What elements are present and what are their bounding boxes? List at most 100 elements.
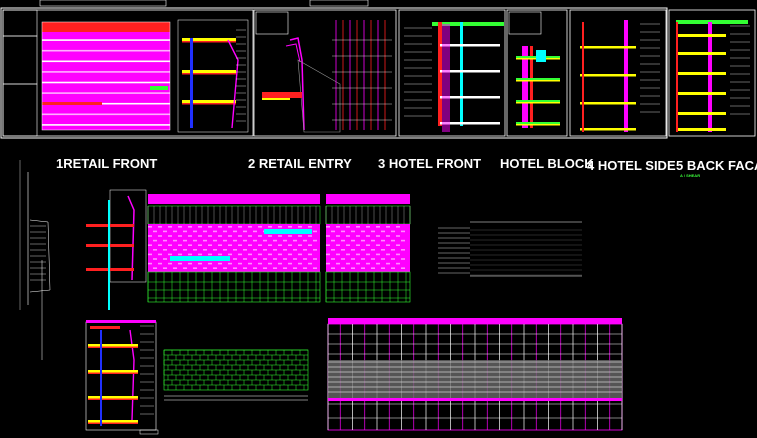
texture [248,226,252,228]
texture [188,253,192,256]
cad-drawing-canvas[interactable]: 1RETAIL FRONT 2 RETAIL ENTRY 3 HOTEL FRO… [0,0,757,438]
floor-slab [678,128,726,131]
texture [153,230,157,233]
stripe [42,55,170,57]
floor-slab [580,102,636,105]
stripe [42,71,170,73]
stripe-accent [150,86,168,90]
floor-slab [580,74,636,77]
texture [313,249,317,251]
facade-panel-large[interactable] [147,194,321,303]
texture [178,262,182,265]
texture [293,258,297,260]
texture [391,230,395,233]
annotation-lines [438,221,582,277]
texture [346,235,350,237]
texture [391,249,395,251]
sheet-row-top [0,0,756,139]
texture [148,244,152,246]
texture [233,258,237,260]
column [582,22,584,132]
floor-slab [88,398,138,400]
texture [208,235,212,237]
texture [298,244,302,246]
texture [288,235,292,237]
texture [288,262,292,265]
section-lower-left[interactable] [85,320,159,435]
texture [243,267,247,269]
texture [313,239,317,242]
texture [391,258,395,260]
label-retail-front: 1RETAIL FRONT [56,156,157,171]
texture [381,230,385,233]
texture [198,262,202,265]
sheet-2-retail-entry[interactable] [253,9,397,137]
elevation-lower-right[interactable] [327,318,623,431]
texture [223,230,227,233]
texture [376,244,380,246]
texture [188,262,192,265]
texture [183,249,187,251]
texture [396,253,400,256]
sheet-3-hotel-front[interactable] [398,9,506,137]
texture [158,235,162,237]
texture [361,230,365,233]
texture [158,226,162,228]
texture [331,230,335,233]
texture [198,244,202,246]
label-back-facade: 5 BACK FACADE [676,158,757,173]
texture [268,235,272,237]
texture [153,258,157,260]
texture [346,262,350,265]
texture [163,230,167,233]
texture [228,253,232,256]
facade-panel-small[interactable] [325,194,411,303]
texture [268,226,272,228]
wall-section-retail[interactable] [86,189,147,310]
texture [263,258,267,260]
texture [396,244,400,246]
texture [218,262,222,265]
floor-slab [678,52,726,55]
stripe-accent [42,102,102,105]
texture [336,226,340,228]
floor-slab [580,46,636,49]
texture [173,239,177,242]
brick-pattern[interactable] [163,349,309,401]
texture [303,258,307,260]
stripe [42,113,170,116]
texture [158,253,162,256]
texture [153,267,157,269]
texture [163,258,167,260]
texture [243,239,247,242]
texture [228,235,232,237]
sheet-6-back-facade[interactable] [668,9,756,137]
stripe [42,44,170,47]
sheet-4-hotel-block[interactable] [506,9,568,137]
texture [213,249,217,251]
texture [158,262,162,265]
sheet-5-hotel-side[interactable] [569,9,667,137]
texture [223,239,227,242]
texture [263,249,267,251]
texture [293,239,297,242]
texture [248,244,252,246]
texture [173,249,177,251]
texture [238,235,242,237]
floor-slab [88,422,138,424]
texture [351,267,355,269]
column [190,38,193,128]
texture [341,249,345,251]
sheet-1-elevation[interactable] [2,9,254,137]
texture [233,230,237,233]
texture [278,235,282,237]
texture [376,253,380,256]
texture [308,253,312,256]
texture [331,249,335,251]
texture [233,239,237,242]
texture [336,244,340,246]
texture [288,253,292,256]
texture [163,267,167,269]
label-hotel-side: 4 HOTEL SIDE [587,158,676,173]
texture [326,226,330,228]
